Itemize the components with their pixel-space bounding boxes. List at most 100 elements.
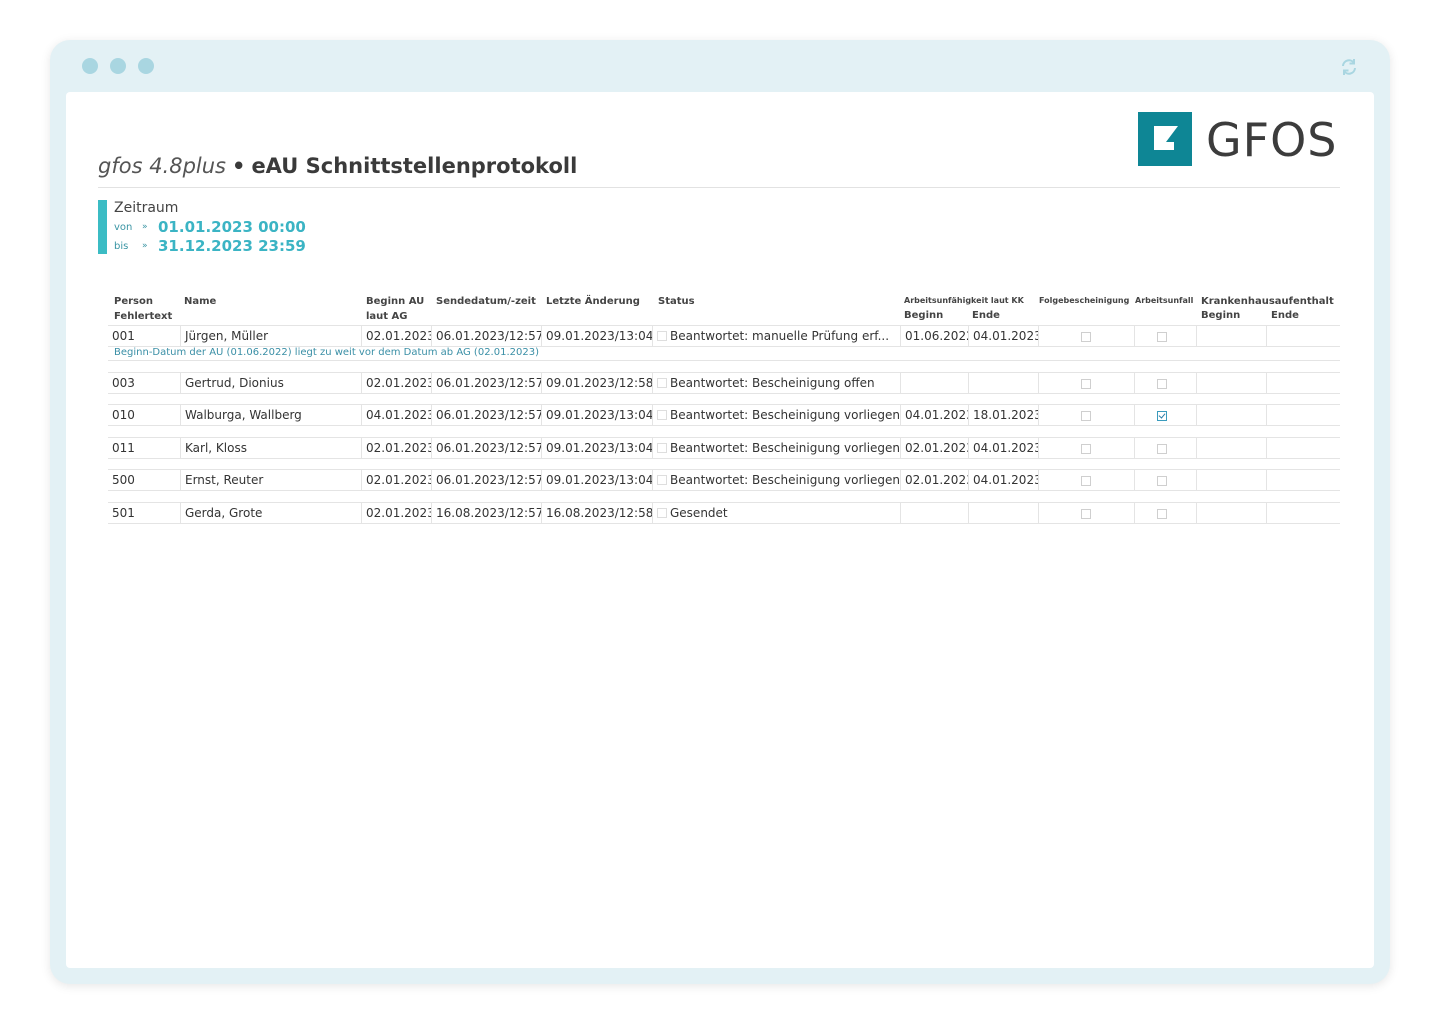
header-au-beginn: Beginn [904,310,944,321]
table-row[interactable]: 010 Walburga, Wallberg 04.01.2023 06.01.… [108,404,1340,426]
cell-kh-beginn [1196,470,1266,490]
cell-sendedatum: 06.01.2023/12:57 [431,470,541,490]
cell-person: 003 [112,376,135,390]
arbeitsunfall-checkbox[interactable] [1157,476,1167,486]
cell-unfall [1134,405,1196,425]
error-text: Beginn-Datum der AU (01.06.2022) liegt z… [108,345,1340,361]
header-folgebescheinigung: Folgebescheinigung [1039,296,1130,305]
cell-au-beginn: 02.01.2023 [900,470,968,490]
cell-folge [1038,405,1134,425]
cell-sendedatum: 06.01.2023/12:57 [431,326,541,346]
cell-beginn-au: 02.01.2023 [361,373,431,393]
header-arbeitsunfall: Arbeitsunfall [1135,296,1194,305]
cell-status-text: Beantwortet: Bescheinigung vorliegend [670,408,900,422]
cell-status: Beantwortet: manuelle Prüfung erf... [652,326,900,346]
folgebescheinigung-checkbox[interactable] [1081,509,1091,519]
window-dot-icon[interactable] [138,58,154,74]
folgebescheinigung-checkbox[interactable] [1081,476,1091,486]
cell-status: Gesendet [652,503,900,523]
cell-au-ende [968,503,1038,523]
window-dot-icon[interactable] [110,58,126,74]
header-name: Name [184,296,217,307]
cell-status-text: Beantwortet: Bescheinigung vorliegend [670,473,900,487]
report-sheet: GFOS gfos 4.8plus • eAU Schnittstellenprot… [66,92,1374,968]
cell-au-ende: 04.01.2023 [968,438,1038,458]
status-checkbox-icon [657,378,667,388]
cell-au-beginn: 02.01.2023 [900,438,968,458]
cell-person: 011 [112,441,135,455]
header-au-laut-kk: Arbeitsunfähigkeit laut KK [904,296,1024,305]
cell-beginn-au: 02.01.2023 [361,326,431,346]
cell-kh-ende [1266,438,1340,458]
cell-sendedatum: 06.01.2023/12:57 [431,438,541,458]
status-checkbox-icon [657,410,667,420]
protocol-table: Person Fehlertext Name Beginn AU laut AG… [66,92,1374,968]
refresh-icon[interactable] [1340,58,1358,76]
cell-sendedatum: 06.01.2023/12:57 [431,405,541,425]
cell-au-ende: 18.01.2023 [968,405,1038,425]
cell-beginn-au: 02.01.2023 [361,470,431,490]
cell-unfall [1134,373,1196,393]
header-au-ende: Ende [972,310,1000,321]
cell-status-text: Gesendet [670,506,728,520]
cell-au-beginn: 04.01.2023 [900,405,968,425]
cell-name: Ernst, Reuter [180,470,360,490]
cell-beginn-au: 04.01.2023 [361,405,431,425]
header-sendedatum: Sendedatum/-zeit [436,296,536,307]
cell-sendedatum: 06.01.2023/12:57 [431,373,541,393]
cell-au-ende: 04.01.2023 [968,326,1038,346]
cell-folge [1038,470,1134,490]
cell-name: Walburga, Wallberg [180,405,360,425]
cell-status: Beantwortet: Bescheinigung vorliegend [652,470,900,490]
cell-status-text: Beantwortet: manuelle Prüfung erf... [670,329,890,343]
table-row[interactable]: 011 Karl, Kloss 02.01.2023 06.01.2023/12… [108,437,1340,459]
cell-unfall [1134,503,1196,523]
arbeitsunfall-checkbox[interactable] [1157,379,1167,389]
header-kh-beginn: Beginn [1201,310,1241,321]
cell-name: Karl, Kloss [180,438,360,458]
header-fehlertext-label: Fehlertext [114,311,173,322]
cell-person: 010 [112,408,135,422]
cell-au-ende [968,373,1038,393]
table-row[interactable]: 501 Gerda, Grote 02.01.2023 16.08.2023/1… [108,502,1340,524]
arbeitsunfall-checkbox-checked[interactable] [1157,411,1167,421]
status-checkbox-icon [657,331,667,341]
window-dot-icon[interactable] [82,58,98,74]
header-beginn-au-label: Beginn AU [366,296,425,307]
folgebescheinigung-checkbox[interactable] [1081,411,1091,421]
cell-kh-beginn [1196,326,1266,346]
cell-folge [1038,373,1134,393]
arbeitsunfall-checkbox[interactable] [1157,444,1167,454]
cell-kh-ende [1266,405,1340,425]
cell-folge [1038,503,1134,523]
cell-person: 500 [112,473,135,487]
header-person: Person Fehlertext [114,294,172,324]
cell-status: Beantwortet: Bescheinigung vorliegend [652,438,900,458]
cell-letzte-aenderung: 09.01.2023/13:04 [541,326,652,346]
folgebescheinigung-checkbox[interactable] [1081,444,1091,454]
header-status: Status [658,296,695,307]
cell-person: 501 [112,506,135,520]
table-row[interactable]: 500 Ernst, Reuter 02.01.2023 06.01.2023/… [108,469,1340,491]
folgebescheinigung-checkbox[interactable] [1081,332,1091,342]
status-checkbox-icon [657,508,667,518]
cell-person: 001 [112,329,135,343]
table-row[interactable]: 001 Jürgen, Müller 02.01.2023 06.01.2023… [108,325,1340,347]
header-person-label: Person [114,296,153,307]
arbeitsunfall-checkbox[interactable] [1157,509,1167,519]
arbeitsunfall-checkbox[interactable] [1157,332,1167,342]
cell-status-text: Beantwortet: Bescheinigung vorliegend [670,441,900,455]
cell-letzte-aenderung: 16.08.2023/12:58 [541,503,652,523]
cell-letzte-aenderung: 09.01.2023/13:04 [541,405,652,425]
cell-letzte-aenderung: 09.01.2023/12:58 [541,373,652,393]
cell-letzte-aenderung: 09.01.2023/13:04 [541,438,652,458]
cell-kh-ende [1266,503,1340,523]
cell-kh-ende [1266,470,1340,490]
cell-au-beginn: 01.06.2022 [900,326,968,346]
table-row[interactable]: 003 Gertrud, Dionius 02.01.2023 06.01.20… [108,372,1340,394]
cell-unfall [1134,326,1196,346]
status-checkbox-icon [657,475,667,485]
folgebescheinigung-checkbox[interactable] [1081,379,1091,389]
cell-kh-beginn [1196,438,1266,458]
cell-letzte-aenderung: 09.01.2023/13:04 [541,470,652,490]
